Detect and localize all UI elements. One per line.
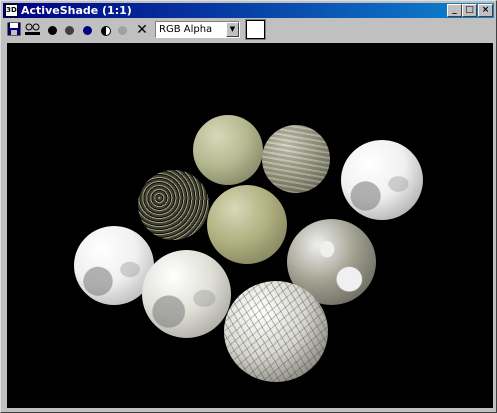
render-viewport[interactable] — [7, 43, 493, 408]
green-channel-icon[interactable] — [65, 26, 74, 35]
minimize-button[interactable]: _ — [447, 4, 462, 17]
color-swatch[interactable] — [245, 19, 266, 40]
floppy-disk-icon[interactable] — [6, 22, 22, 38]
material-sphere — [142, 250, 231, 338]
material-sphere — [207, 185, 287, 264]
material-sphere — [193, 115, 263, 185]
material-sphere — [138, 170, 209, 240]
clear-icon[interactable]: ✕ — [134, 22, 150, 38]
title-bar[interactable]: 3D ActiveShade (1:1) _ □ × — [3, 3, 494, 18]
alpha-channel-icon[interactable] — [118, 26, 127, 35]
maximize-button[interactable]: □ — [462, 4, 477, 17]
channel-select[interactable]: RGB Alpha ▼ — [155, 21, 240, 38]
activeshade-window: 3D ActiveShade (1:1) _ □ × ✕ RGB Alpha ▼ — [0, 0, 497, 413]
blue-channel-icon[interactable] — [83, 26, 92, 35]
window-title: ActiveShade (1:1) — [21, 4, 132, 17]
material-sphere — [262, 125, 330, 193]
material-sphere — [224, 281, 328, 382]
app-icon[interactable]: 3D — [5, 4, 18, 17]
material-sphere — [341, 140, 423, 220]
chevron-down-icon[interactable]: ▼ — [226, 22, 239, 37]
channel-select-value: RGB Alpha — [159, 24, 213, 35]
red-channel-icon[interactable] — [48, 26, 57, 35]
close-button[interactable]: × — [478, 4, 493, 17]
mono-channel-icon[interactable] — [101, 26, 111, 36]
toolbar: ✕ RGB Alpha ▼ — [3, 19, 494, 41]
clone-icon[interactable] — [24, 22, 42, 38]
status-bar — [3, 409, 494, 411]
